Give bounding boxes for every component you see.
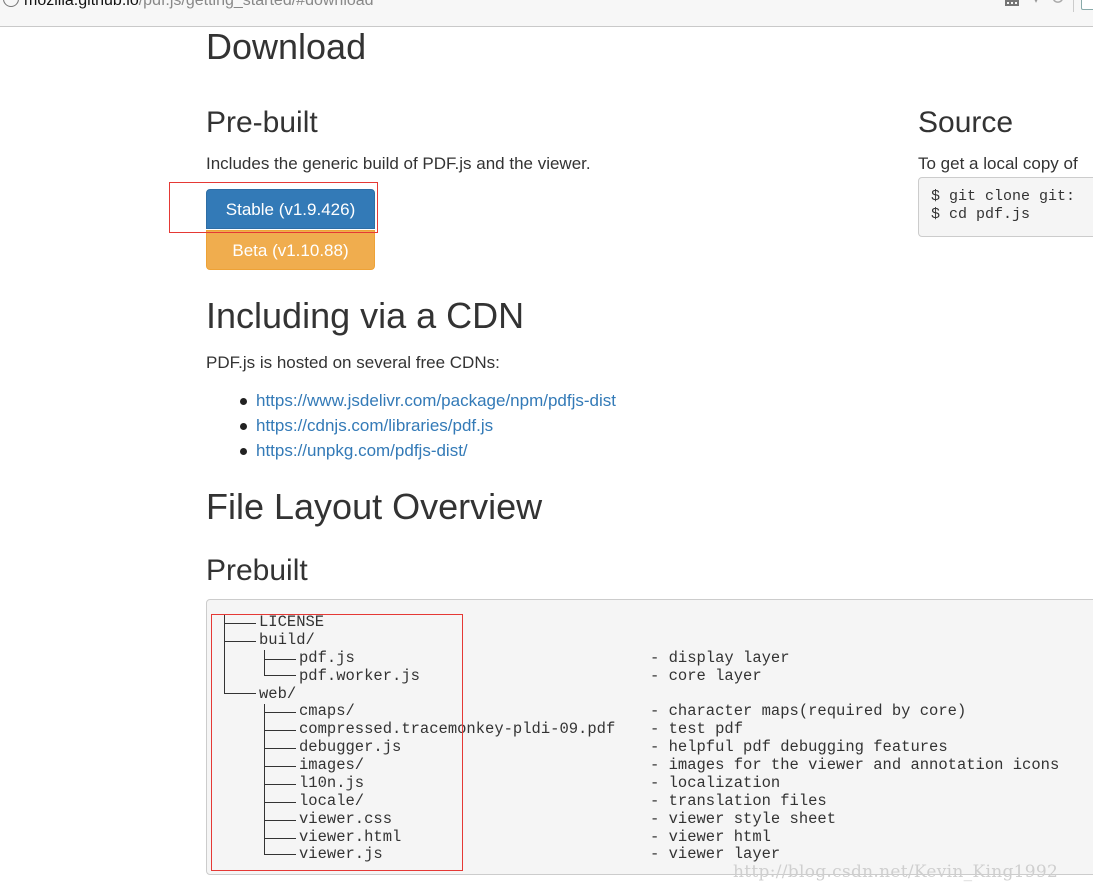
cdn-description: PDF.js is hosted on several free CDNs: (206, 353, 500, 372)
tree-file-desc: - viewer style sheet (650, 810, 837, 828)
download-heading: Download (206, 26, 367, 67)
bullet-icon (240, 448, 247, 455)
tree-file-desc: - viewer html (650, 828, 771, 846)
tree-connector (264, 712, 296, 713)
beta-download-button[interactable]: Beta (v1.10.88) (206, 230, 375, 270)
stable-download-button[interactable]: Stable (v1.9.426) (206, 189, 375, 229)
bullet-icon (240, 398, 247, 405)
tree-connector (224, 614, 225, 693)
prebuilt-description: Includes the generic build of PDF.js and… (206, 154, 591, 173)
tree-file-desc: - display layer (650, 649, 790, 667)
page-viewport: mozilla.github.io/pdf.js/getting_started… (0, 0, 1093, 894)
tree-connector (224, 693, 256, 694)
prebuilt-subheading: Prebuilt (206, 554, 308, 587)
tree-connector (264, 748, 296, 749)
tree-connector (264, 838, 296, 839)
tree-connector (264, 854, 296, 855)
cdn-link-unpkg[interactable]: https://unpkg.com/pdfjs-dist/ (256, 441, 468, 460)
address-url[interactable]: mozilla.github.io/pdf.js/getting_started… (24, 0, 374, 10)
tree-file-desc: - translation files (650, 792, 827, 810)
cdn-link-list: https://www.jsdelivr.com/package/npm/pdf… (206, 390, 616, 465)
tree-file-name: pdf.worker.js (299, 667, 420, 685)
tree-file-name: l10n.js (299, 774, 365, 792)
tree-file-desc: - core layer (650, 667, 762, 685)
tree-connector (264, 704, 265, 854)
source-code-block: $ git clone git: $ cd pdf.js (918, 177, 1093, 237)
tree-file-name: LICENSE (259, 613, 325, 631)
prebuilt-heading: Pre-built (206, 106, 318, 139)
qr-code-icon[interactable] (1005, 0, 1019, 6)
watermark-text: http://blog.csdn.net/Kevin_King1992 (733, 862, 1059, 882)
tree-file-name: viewer.css (299, 810, 393, 828)
tree-file-name: viewer.html (299, 828, 402, 846)
source-description: To get a local copy of (918, 154, 1078, 173)
tree-connector (264, 730, 296, 731)
source-heading: Source (918, 106, 1014, 139)
cdn-link-cdnjs[interactable]: https://cdnjs.com/libraries/pdf.js (256, 416, 493, 435)
reload-icon[interactable]: ↻ (1050, 0, 1065, 9)
bullet-icon (240, 423, 247, 430)
tree-file-name: pdf.js (299, 649, 355, 667)
toolbar-divider (1073, 0, 1074, 12)
list-item: https://cdnjs.com/libraries/pdf.js (206, 415, 616, 440)
cdn-heading: Including via a CDN (206, 295, 525, 336)
tree-file-desc: - test pdf (650, 720, 744, 738)
list-item: https://www.jsdelivr.com/package/npm/pdf… (206, 390, 616, 415)
url-path: /pdf.js/getting_started/#download (138, 0, 374, 9)
dropdown-arrow-icon[interactable]: ▾ (1033, 0, 1039, 6)
tree-connector (264, 820, 296, 821)
list-item: https://unpkg.com/pdfjs-dist/ (206, 440, 616, 465)
tree-file-name: debugger.js (299, 738, 402, 756)
tree-file-name: compressed.tracemonkey-pldi-09.pdf (299, 720, 616, 738)
tree-connector (224, 623, 256, 624)
file-layout-heading: File Layout Overview (206, 486, 543, 527)
tree-file-desc: - localization (650, 774, 781, 792)
tree-file-name: viewer.js (299, 845, 383, 863)
tree-file-name: web/ (259, 685, 297, 703)
url-host: mozilla.github.io (24, 0, 139, 9)
file-tree-block: LICENSE build/ pdf.js - display layer pdf… (206, 599, 1093, 875)
tree-file-name: locale/ (299, 792, 365, 810)
tree-connector (264, 784, 296, 785)
tree-file-name: images/ (299, 756, 365, 774)
code-line: $ cd pdf.js (931, 206, 1031, 223)
globe-icon (3, 0, 19, 7)
tree-file-desc: - viewer layer (650, 845, 781, 863)
tree-file-name: cmaps/ (299, 702, 355, 720)
tree-connector (264, 659, 296, 660)
tree-file-desc: - character maps(required by core) (650, 702, 967, 720)
browser-address-bar[interactable]: mozilla.github.io/pdf.js/getting_started… (0, 0, 1093, 27)
tree-file-desc: - images for the viewer and annotation i… (650, 756, 1060, 774)
tree-connector (264, 675, 296, 676)
tree-file-name: build/ (259, 631, 315, 649)
tree-file-desc: - helpful pdf debugging features (650, 738, 948, 756)
tree-connector (264, 766, 296, 767)
tree-connector (224, 641, 256, 642)
cdn-link-jsdelivr[interactable]: https://www.jsdelivr.com/package/npm/pdf… (256, 391, 616, 410)
tree-connector (264, 650, 265, 675)
code-line: $ git clone git: (931, 188, 1076, 205)
toolbar-button[interactable] (1081, 0, 1093, 10)
tree-connector (264, 802, 296, 803)
